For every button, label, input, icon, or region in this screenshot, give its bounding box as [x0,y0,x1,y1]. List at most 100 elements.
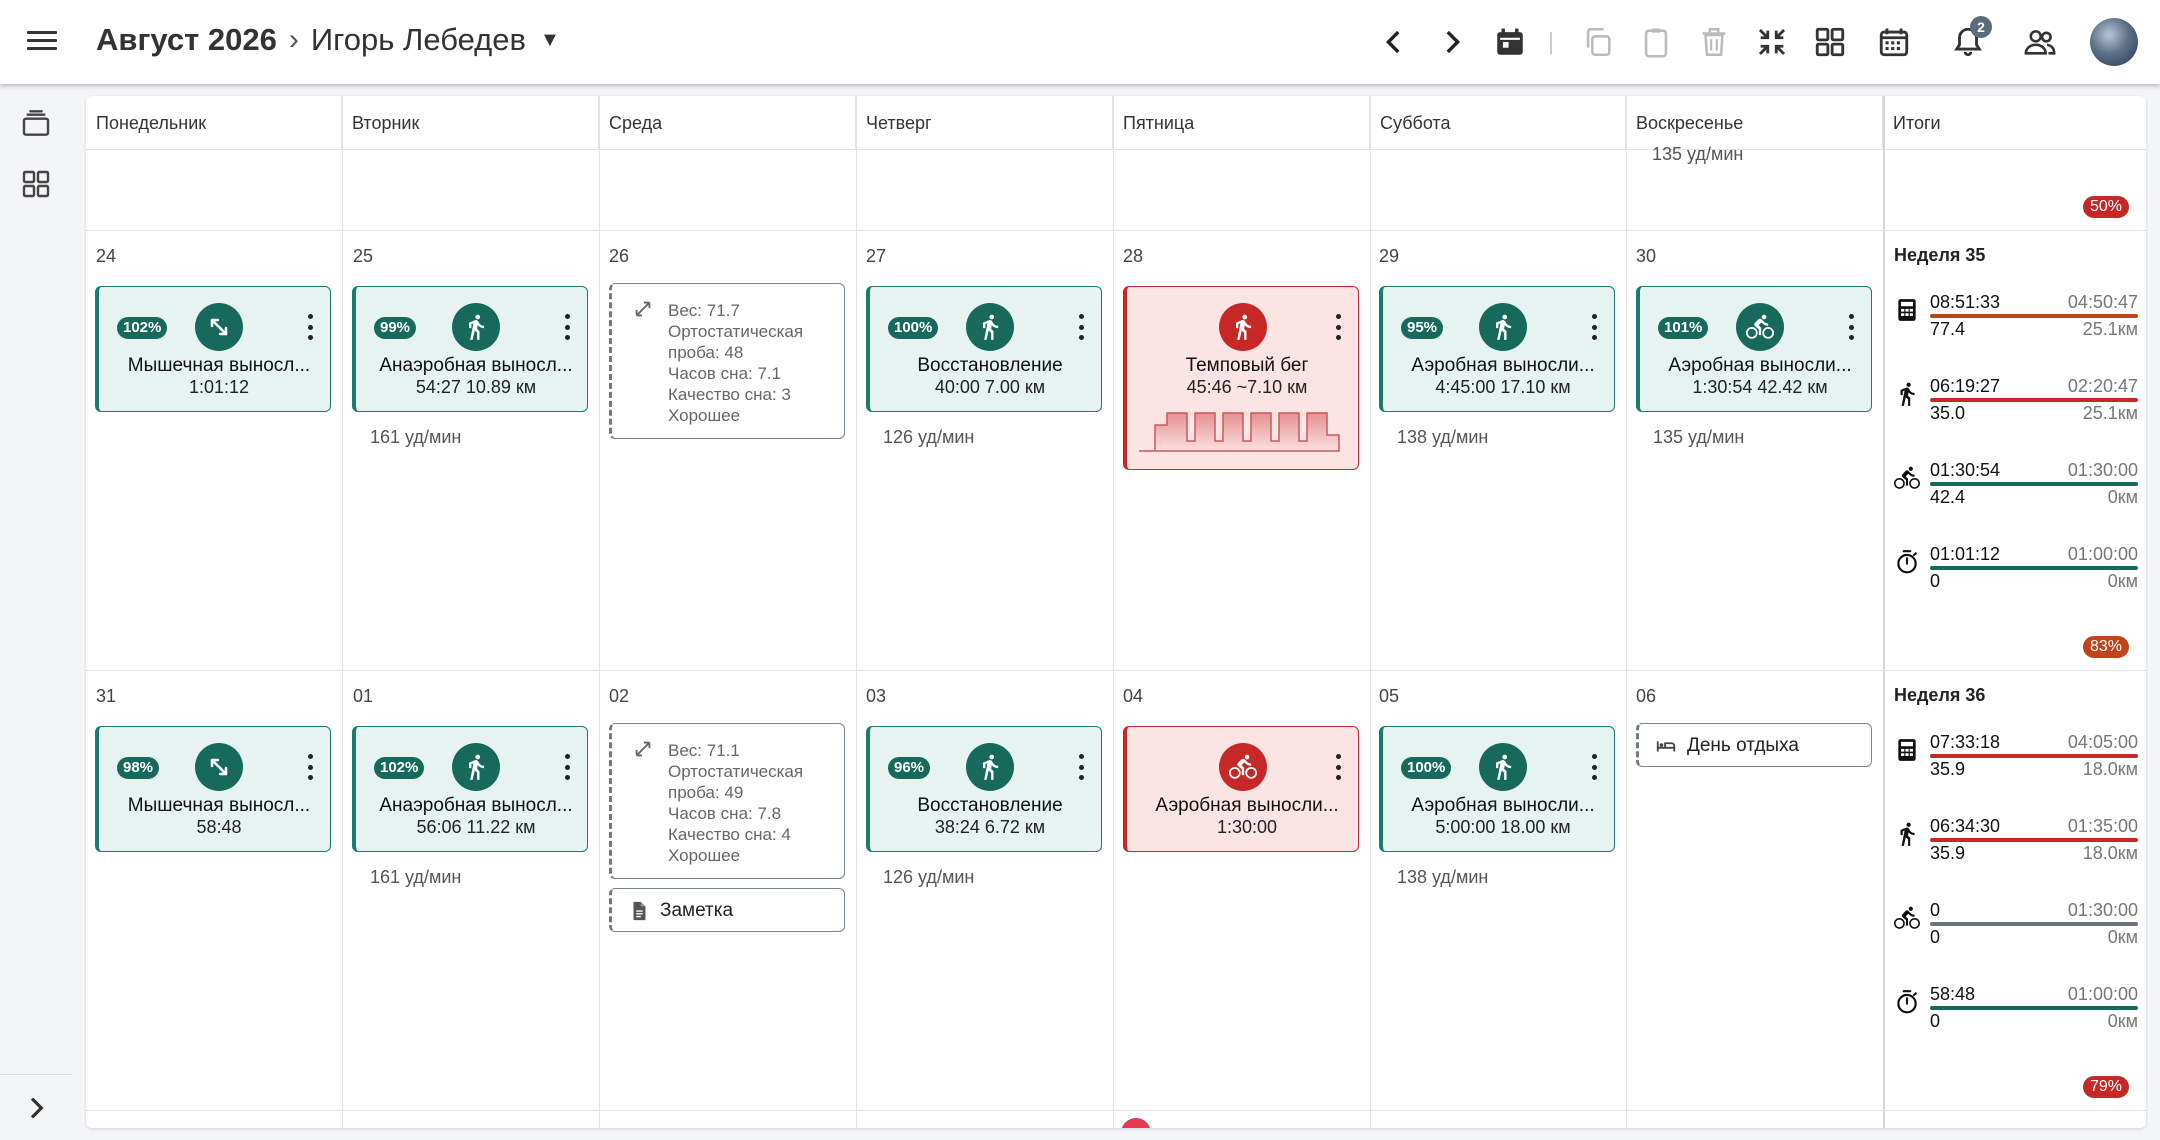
planned-duration: 01:35:00 [2067,816,2138,836]
workout-card-tempo-run[interactable]: Темповый бег 45:46 ~7.10 км [1123,286,1359,470]
more-options-icon[interactable] [300,311,320,343]
actual-duration: 58:48 [1930,984,1976,1004]
workout-planned-duration: 45:46 ~7.10 км [1186,377,1308,397]
actual-load: 77.4 [1930,319,1966,339]
run-icon [966,743,1014,791]
workout-card-anaerobic-endurance[interactable]: 99% Анаэробная выносл... 54:27 10.89 км [352,286,588,412]
workout-duration-distance: 4:45:00 17.10 км [1435,377,1571,397]
today-marker [1121,1118,1151,1128]
workout-card-muscle-endurance[interactable]: 98% Мышечная выносл... 58:48 [95,726,331,852]
heart-rate-label: 138 уд/мин [1397,867,1489,887]
progress-bar [1930,1006,2138,1010]
metric-orthostatic: Ортостатическая [668,322,804,341]
completion-percent-badge: 95% [1401,317,1444,339]
expand-icon [635,301,651,317]
day-number: 28 [1123,246,1144,266]
expand-chevron-icon[interactable] [18,1090,54,1126]
strength-icon [195,303,243,351]
workout-title: Мышечная выносл... [127,355,311,376]
note-card[interactable]: Заметка [609,888,845,932]
col-header-sun: Воскресенье [1626,96,1883,150]
day-number: 03 [866,686,887,706]
group-icon[interactable] [2020,22,2060,62]
stopwatch-icon [1894,989,1920,1015]
avatar[interactable] [2090,18,2138,66]
completion-percent-badge: 100% [888,317,939,339]
metric-sleep-quality: Качество сна: 4 [668,825,791,844]
notification-count-badge: 2 [1970,16,1992,38]
workout-card-recovery[interactable]: 100% Восстановление 40:00 7.00 км [866,286,1102,412]
fullscreen-exit-icon[interactable] [1752,22,1792,62]
weekday-header: Понедельник Вторник Среда Четверг Пятниц… [86,96,2146,150]
delete-icon[interactable] [1694,22,1734,62]
metric-orthostatic-value: проба: 48 [668,343,744,362]
actual-load: 0 [1930,1011,1941,1031]
daily-metrics-card[interactable]: Вес: 71.7 Ортостатическая проба: 48 Часо… [609,283,845,439]
more-options-icon[interactable] [1071,751,1091,783]
more-options-icon[interactable] [1328,751,1348,783]
workout-card-recovery[interactable]: 96% Восстановление 38:24 6.72 км [866,726,1102,852]
completion-percent-badge: 98% [117,757,160,779]
day-number: 24 [96,246,117,266]
col-header-wed: Среда [599,96,856,150]
workout-duration-distance: 5:00:00 18.00 км [1435,817,1571,837]
workout-title: Восстановление [917,355,1063,376]
note-label: Заметка [660,900,734,921]
chevron-right-icon[interactable] [1432,22,1472,62]
workout-title: Аэробная выносли... [1411,355,1595,376]
summary-row: 08:51:33 04:50:47 77.4 25.1км [1894,289,2138,355]
planned-distance: 0км [2107,487,2138,507]
expand-icon [635,741,651,757]
calendar-month-icon[interactable] [1874,22,1914,62]
copy-icon[interactable] [1578,22,1618,62]
heart-rate-label: 135 уд/мин [1653,427,1745,447]
planned-distance: 18.0км [2082,759,2138,779]
calendar-today-icon[interactable] [1490,22,1530,62]
top-app-bar: Август 2026 › Игорь Лебедев ▼ 2 [0,0,2160,84]
day-number: 29 [1379,246,1400,266]
more-options-icon[interactable] [557,751,577,783]
actual-duration: 01:30:54 [1930,460,2001,480]
summary-row: 0 01:30:00 0 0км [1894,897,2138,963]
menu-icon[interactable] [24,26,60,58]
layers-icon[interactable] [18,106,54,142]
workout-card-aerobic-endurance-bike[interactable]: 101% Аэробная выносли... 1:30:54 42.42 к… [1636,286,1872,412]
workout-title: Аэробная выносли... [1155,795,1339,816]
more-options-icon[interactable] [1584,311,1604,343]
workout-card-muscle-endurance[interactable]: 102% Мышечная выносл... 1:01:12 [95,286,331,412]
paste-icon[interactable] [1636,22,1676,62]
metric-weight: Вес: 71.1 [668,741,740,760]
grid-icon[interactable] [1810,22,1850,62]
daily-metrics-card[interactable]: Вес: 71.1 Ортостатическая проба: 49 Часо… [609,723,845,879]
chevron-left-icon[interactable] [1374,22,1414,62]
more-options-icon[interactable] [1071,311,1091,343]
workout-card-anaerobic-endurance[interactable]: 102% Анаэробная выносл... 56:06 11.22 км [352,726,588,852]
athlete-dropdown-icon[interactable]: ▼ [540,29,560,52]
breadcrumb: Август 2026 › Игорь Лебедев ▼ [96,22,560,58]
day-number: 26 [609,246,630,266]
day-number: 27 [866,246,887,266]
heart-rate-label: 138 уд/мин [1397,427,1489,447]
workout-title: Анаэробная выносл... [379,355,573,376]
workout-card-aerobic-endurance[interactable]: 100% Аэробная выносли... 5:00:00 18.00 к… [1379,726,1615,852]
workout-card-aerobic-endurance[interactable]: 95% Аэробная выносли... 4:45:00 17.10 км [1379,286,1615,412]
more-options-icon[interactable] [1328,311,1348,343]
more-options-icon[interactable] [1584,751,1604,783]
actual-duration: 06:19:27 [1930,376,2001,396]
actual-duration: 07:33:18 [1930,732,2001,752]
bell-icon[interactable]: 2 [1948,16,1992,62]
run-icon [1894,821,1920,847]
run-icon [452,303,500,351]
progress-bar [1930,754,2138,758]
more-options-icon[interactable] [1841,311,1861,343]
completion-percent-badge: 101% [1658,317,1709,339]
apps-grid-icon[interactable] [18,166,54,202]
summary-row: 01:30:54 01:30:00 42.4 0км [1894,457,2138,523]
more-options-icon[interactable] [557,311,577,343]
run-icon [1219,303,1267,351]
athlete-name[interactable]: Игорь Лебедев [311,22,526,58]
summary-row: 58:48 01:00:00 0 0км [1894,981,2138,1047]
more-options-icon[interactable] [300,751,320,783]
workout-card-aerobic-bike-planned[interactable]: Аэробная выносли... 1:30:00 [1123,726,1359,852]
rest-day-card[interactable]: День отдыха [1636,723,1872,767]
